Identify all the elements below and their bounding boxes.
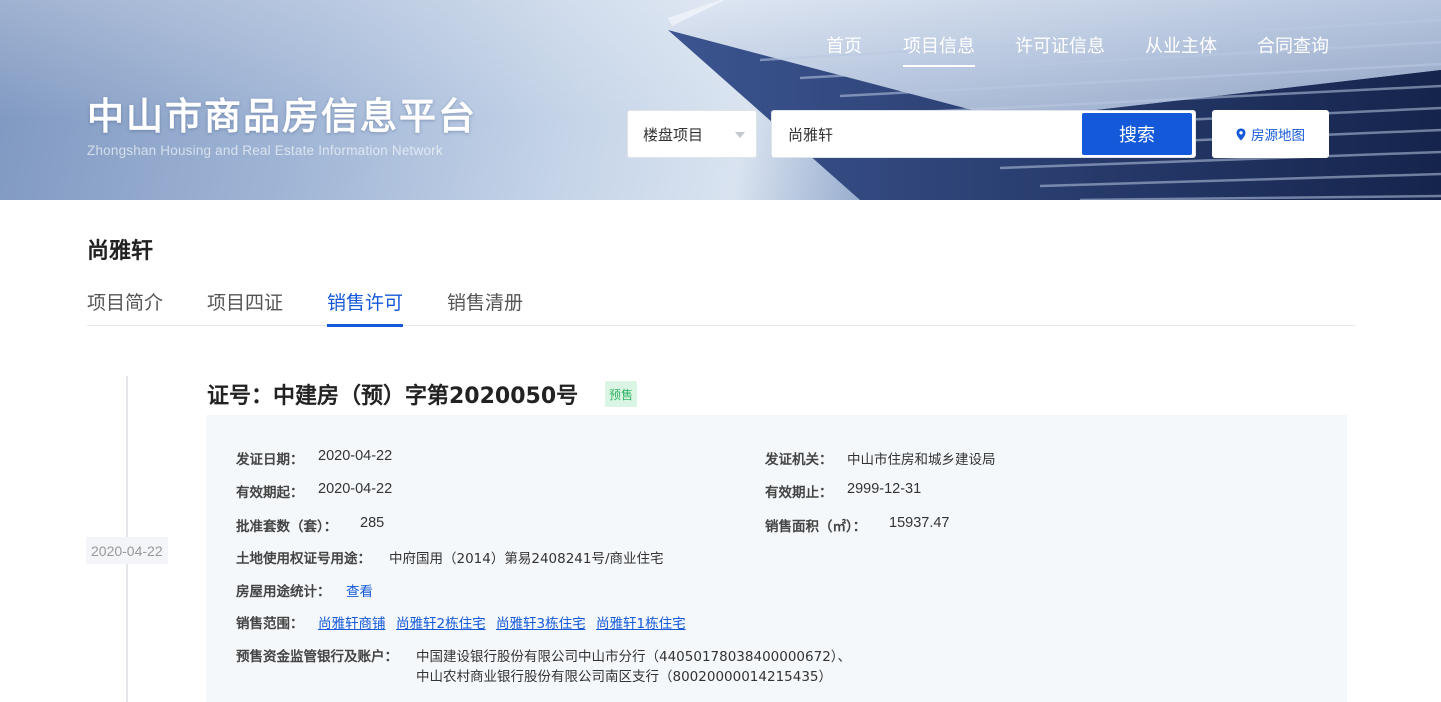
issue-date-value: 2020-04-22 bbox=[318, 448, 393, 464]
valid-from-label: 有效期起： bbox=[236, 485, 304, 501]
tab-sales-permit[interactable]: 销售许可 bbox=[327, 288, 404, 327]
sales-scope-link-building-3[interactable]: 尚雅轩3栋住宅 bbox=[496, 612, 586, 632]
chevron-down-icon bbox=[735, 132, 745, 138]
house-map-button[interactable]: 房源地图 bbox=[1212, 110, 1329, 158]
project-tabs: 项目简介 项目四证 销售许可 销售清册 bbox=[87, 288, 1355, 327]
nav-project-info[interactable]: 项目信息 bbox=[903, 32, 975, 67]
site-title: 中山市商品房信息平台 bbox=[87, 95, 477, 138]
site-subtitle: Zhongshan Housing and Real Estate Inform… bbox=[87, 143, 443, 158]
status-badge: 预售 bbox=[605, 381, 638, 407]
tab-sales-inventory[interactable]: 销售清册 bbox=[447, 288, 523, 326]
search-input[interactable] bbox=[772, 111, 1077, 157]
valid-to-value: 2999-12-31 bbox=[847, 481, 922, 497]
search-category-value: 楼盘项目 bbox=[643, 125, 704, 144]
sales-area-value: 15937.47 bbox=[889, 515, 950, 531]
issuer-value: 中山市住房和城乡建设局 bbox=[847, 452, 996, 468]
bank-account-line-2: 中山农村商业银行股份有限公司南区支行（80020000014215435） bbox=[416, 669, 833, 685]
tab-project-intro[interactable]: 项目简介 bbox=[87, 288, 163, 326]
house-map-label: 房源地图 bbox=[1251, 128, 1305, 144]
project-title: 尚雅轩 bbox=[87, 239, 154, 264]
issuer-label: 发证机关： bbox=[765, 452, 833, 468]
search-box: 搜索 bbox=[771, 110, 1196, 158]
site-header: 中山市商品房信息平台 Zhongshan Housing and Real Es… bbox=[0, 0, 1441, 200]
permit-number: 证号：中建房（预）字第2020050号 bbox=[207, 384, 579, 409]
nav-practitioners[interactable]: 从业主体 bbox=[1145, 32, 1217, 58]
usage-stats-label: 房屋用途统计： bbox=[236, 584, 331, 600]
nav-contract-query[interactable]: 合同查询 bbox=[1257, 32, 1329, 58]
usage-stats-view-link[interactable]: 查看 bbox=[346, 580, 373, 600]
sales-scope-link-building-2[interactable]: 尚雅轩2栋住宅 bbox=[396, 612, 486, 632]
search-category-select[interactable]: 楼盘项目 bbox=[627, 110, 757, 158]
issue-date-label: 发证日期： bbox=[236, 452, 304, 468]
land-cert-label: 土地使用权证号用途： bbox=[236, 551, 371, 567]
main-nav: 首页 项目信息 许可证信息 从业主体 合同查询 bbox=[0, 32, 1441, 72]
sales-area-label: 销售面积（㎡）： bbox=[765, 519, 867, 535]
timeline-date: 2020-04-22 bbox=[86, 537, 168, 564]
permit-info-card: 发证日期： 2020-04-22 发证机关： 中山市住房和城乡建设局 有效期起：… bbox=[206, 415, 1347, 702]
approved-units-value: 285 bbox=[360, 515, 385, 531]
land-cert-value: 中府国用（2014）第易2408241号/商业住宅 bbox=[389, 551, 664, 567]
bank-account-line-1: 中国建设银行股份有限公司中山市分行（44050178038400000672）、 bbox=[416, 649, 852, 665]
nav-permit-info[interactable]: 许可证信息 bbox=[1015, 32, 1105, 58]
location-pin-icon bbox=[1236, 128, 1246, 140]
bank-account-label: 预售资金监管银行及账户： bbox=[236, 649, 398, 665]
sales-scope-link-shops[interactable]: 尚雅轩商铺 bbox=[318, 612, 386, 632]
nav-home[interactable]: 首页 bbox=[826, 32, 862, 58]
sales-scope-label: 销售范围： bbox=[236, 616, 304, 632]
search-button[interactable]: 搜索 bbox=[1082, 113, 1192, 155]
tab-four-certificates[interactable]: 项目四证 bbox=[207, 288, 283, 326]
sales-scope-link-building-1[interactable]: 尚雅轩1栋住宅 bbox=[596, 612, 686, 632]
approved-units-label: 批准套数（套）： bbox=[236, 519, 338, 535]
valid-from-value: 2020-04-22 bbox=[318, 481, 393, 497]
valid-to-label: 有效期止： bbox=[765, 485, 833, 501]
